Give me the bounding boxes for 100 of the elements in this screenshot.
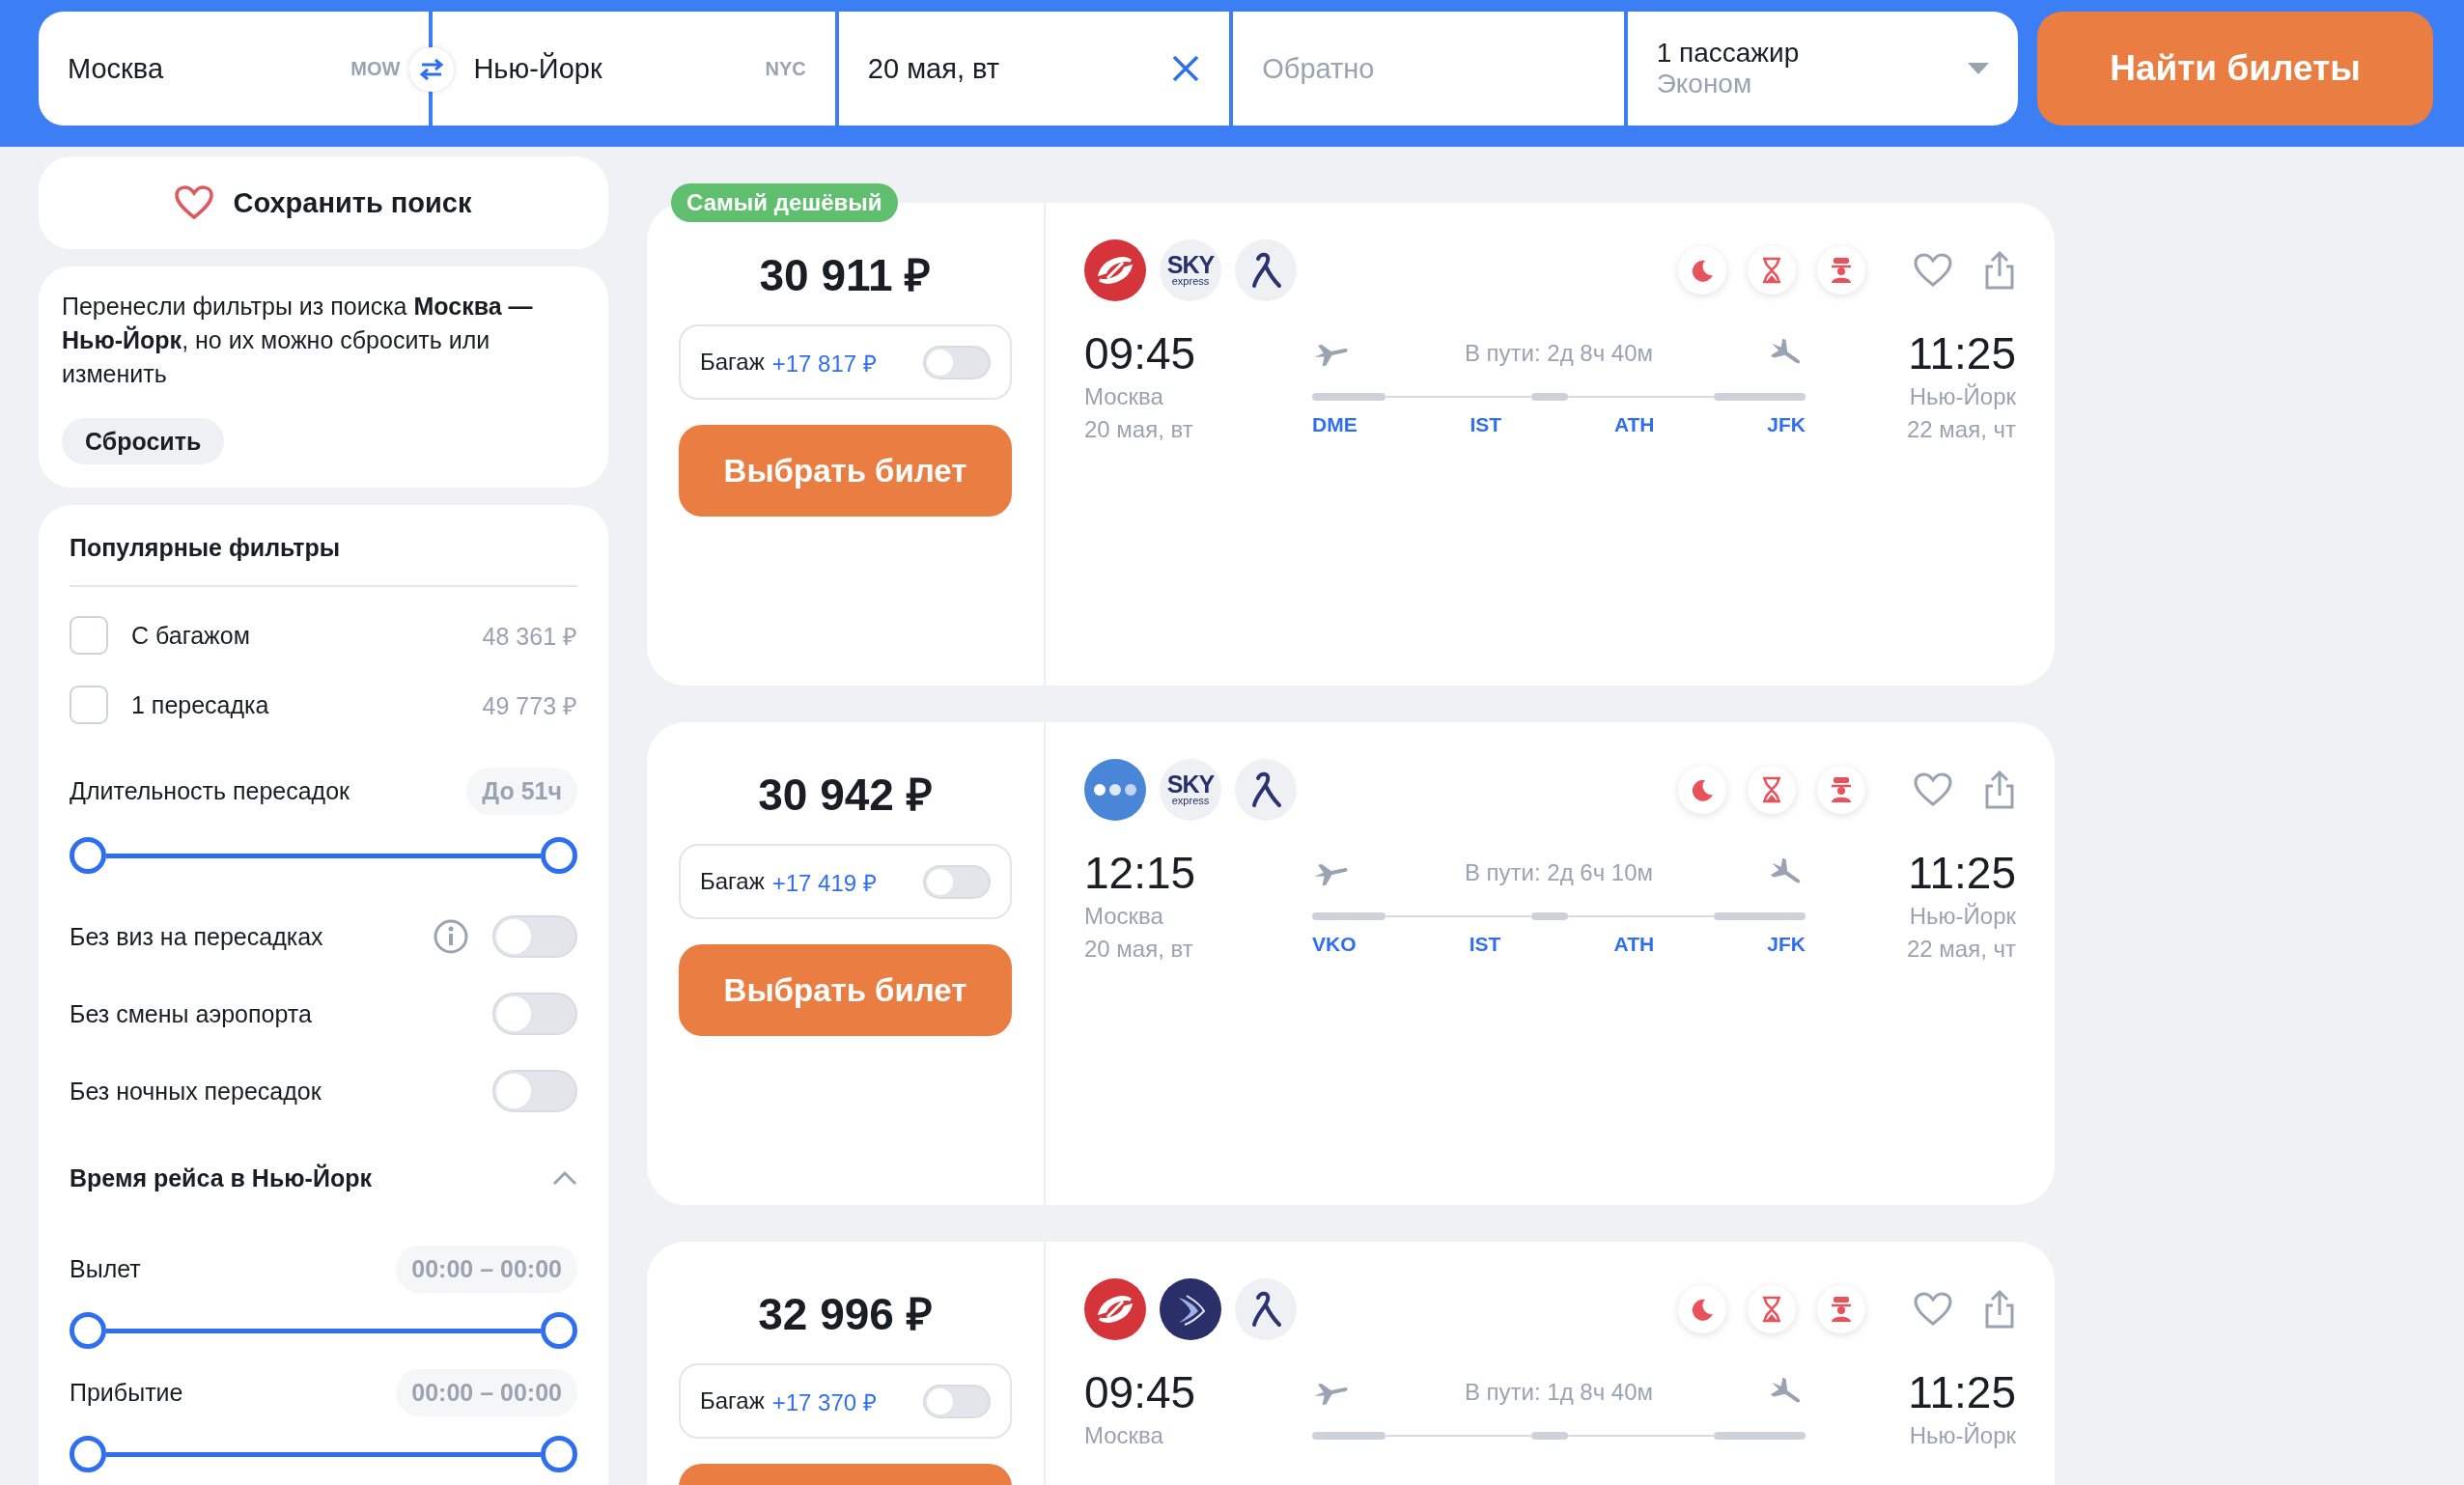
filter-label: Прибытие	[70, 1378, 184, 1407]
arrival-city: Нью-Йорк	[1909, 902, 2016, 931]
filter-price: 49 773 ₽	[482, 691, 577, 721]
toggle-switch[interactable]	[923, 864, 991, 899]
departure-time: 09:45	[1084, 327, 1196, 380]
airport-code: NYC	[765, 57, 806, 80]
baggage-price: +17 817 ₽	[771, 349, 878, 378]
departure-date: 20 мая, вт	[1084, 935, 1193, 964]
ticket-price: 30 942 ₽	[758, 769, 933, 822]
airport-code: JFK	[1767, 933, 1806, 956]
departure-city: Москва	[1084, 1421, 1163, 1450]
arrival-time: 11:25	[1908, 1366, 2016, 1419]
departure-date: 20 мая, вт	[1084, 415, 1193, 444]
filter-label: 1 пересадка	[131, 690, 270, 719]
return-placeholder: Обратно	[1262, 52, 1375, 85]
arrival-time: 11:25	[1908, 847, 2016, 900]
slider-handle[interactable]	[70, 837, 106, 874]
checkbox[interactable]	[70, 616, 108, 655]
notice-text: Перенесли фильтры из поиска Москва — Нью-Йорк, но их можно сбросить или изменить	[62, 292, 534, 389]
hourglass-icon	[1748, 766, 1796, 814]
date-field[interactable]: 20 мая, вт	[838, 12, 1230, 126]
airline-logo: SKY express	[1160, 759, 1221, 821]
slider-handle[interactable]	[541, 1312, 577, 1349]
duration-value: До 51ч	[466, 767, 577, 815]
baggage-label: Багаж	[700, 1387, 765, 1415]
baggage-label: Багаж	[700, 349, 765, 376]
airport-code: MOW	[350, 57, 401, 80]
hourglass-icon	[1748, 246, 1796, 294]
clear-icon[interactable]	[1171, 54, 1201, 83]
toggle-switch[interactable]	[492, 915, 577, 958]
filter-label: Длительность пересадок	[70, 776, 351, 805]
person-icon	[1817, 1285, 1865, 1333]
baggage-price: +17 370 ₽	[771, 1387, 878, 1417]
toggle-switch[interactable]	[923, 345, 991, 379]
swap-arrows-icon	[418, 58, 445, 81]
slider-handle[interactable]	[70, 1312, 106, 1349]
slider-handle[interactable]	[541, 837, 577, 874]
baggage-label: Багаж	[700, 868, 765, 895]
toggle-switch[interactable]	[492, 993, 577, 1035]
slider-handle[interactable]	[541, 1436, 577, 1472]
date-value: 20 мая, вт	[867, 52, 1001, 85]
arrival-city: Нью-Йорк	[1909, 382, 2016, 411]
cheapest-badge: Самый дешёвый	[671, 183, 898, 222]
departure-time: 12:15	[1084, 847, 1196, 900]
ticket-price: 32 996 ₽	[758, 1288, 933, 1341]
dropdown-caret-icon	[1968, 63, 1990, 74]
origin-city: Москва	[68, 52, 164, 85]
airport-code: VKO	[1312, 933, 1357, 956]
filter-price: 48 361 ₽	[482, 622, 577, 652]
airline-logo: SKY express	[1160, 239, 1221, 301]
passengers-field[interactable]: 1 пассажир Эконом	[1627, 12, 2019, 126]
save-search-button[interactable]: Сохранить поиск	[39, 156, 608, 249]
chevron-icon[interactable]	[552, 1170, 577, 1186]
share-icon[interactable]	[1983, 251, 2016, 290]
airport-code: DME	[1312, 413, 1358, 436]
person-icon	[1817, 246, 1865, 294]
arrival-city: Нью-Йорк	[1909, 1421, 2016, 1450]
section-title: Популярные фильтры	[70, 534, 342, 562]
airport-code: JFK	[1767, 413, 1806, 436]
favorite-heart-icon[interactable]	[1914, 1292, 1952, 1327]
destination-city: Нью-Йорк	[473, 52, 603, 85]
filter-label: Без смены аэропорта	[70, 999, 313, 1028]
filter-label: Без ночных пересадок	[70, 1077, 322, 1106]
moon-icon	[1678, 1285, 1726, 1333]
baggage-price: +17 419 ₽	[771, 868, 878, 898]
heart-icon	[175, 185, 214, 220]
person-icon	[1817, 766, 1865, 814]
section-title: Время рейса в Нью-Йорк	[70, 1163, 373, 1192]
cabin-class: Эконом	[1656, 69, 1753, 99]
moon-icon	[1678, 766, 1726, 814]
flight-duration: В пути: 1д 8ч 40м	[1464, 1379, 1654, 1406]
moon-icon	[1678, 246, 1726, 294]
info-icon[interactable]	[433, 918, 469, 955]
flight-duration: В пути: 2д 8ч 40м	[1464, 340, 1654, 367]
filter-label: С багажом	[131, 621, 251, 650]
passengers-count: 1 пассажир	[1656, 38, 1801, 69]
departure-city: Москва	[1084, 382, 1163, 411]
favorite-heart-icon[interactable]	[1914, 253, 1952, 288]
flight-duration: В пути: 2д 6ч 10м	[1464, 859, 1654, 886]
arrival-date: 22 мая, чт	[1906, 935, 2016, 964]
reset-button[interactable]: Сбросить	[62, 418, 225, 464]
arrival-time: 11:25	[1908, 327, 2016, 380]
arrival-date: 22 мая, чт	[1906, 415, 2016, 444]
toggle-switch[interactable]	[923, 1384, 991, 1418]
share-icon[interactable]	[1983, 771, 2016, 809]
airport-code: ATH	[1613, 933, 1655, 956]
destination-field[interactable]: Нью-Йорк NYC	[433, 12, 835, 126]
departure-city: Москва	[1084, 902, 1163, 931]
hourglass-icon	[1748, 1285, 1796, 1333]
time-range-value: 00:00 – 00:00	[396, 1245, 577, 1293]
departure-time: 09:45	[1084, 1366, 1196, 1419]
checkbox[interactable]	[70, 686, 108, 724]
toggle-switch[interactable]	[492, 1070, 577, 1112]
share-icon[interactable]	[1983, 1290, 2016, 1329]
ticket-price: 30 911 ₽	[759, 249, 932, 302]
time-range-value: 00:00 – 00:00	[396, 1368, 577, 1416]
airport-code: IST	[1469, 933, 1501, 956]
favorite-heart-icon[interactable]	[1914, 772, 1952, 807]
slider-handle[interactable]	[70, 1436, 106, 1472]
origin-field[interactable]: Москва MOW	[39, 12, 430, 126]
